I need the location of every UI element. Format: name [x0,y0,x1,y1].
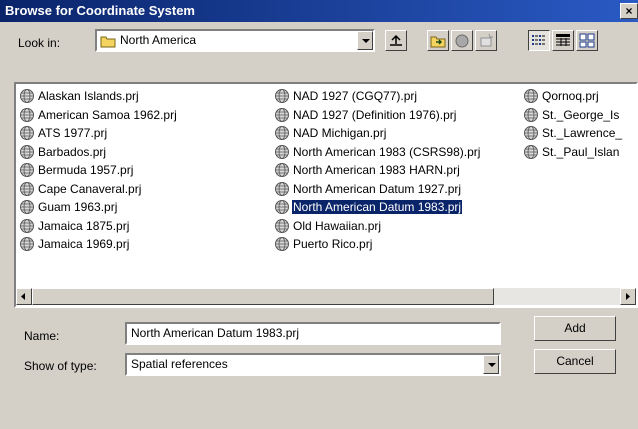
file-name: St._George_Is [542,107,620,122]
file-list[interactable]: Alaskan Islands.prj American Samoa 1962.p… [14,82,638,308]
globe-icon [275,107,289,122]
new-icon [480,33,493,47]
details-view-icon [556,34,570,46]
name-label: Name: [24,329,60,343]
globe-icon [275,163,289,177]
file-name: North American Datum 1983.prj [290,199,464,215]
horizontal-scrollbar[interactable] [16,288,636,305]
name-input-value: North American Datum 1983.prj [131,326,300,340]
close-icon[interactable]: × [620,3,638,19]
globe-icon [20,126,34,140]
file-name: North American Datum 1927.prj [293,181,462,196]
globe-icon [275,218,289,233]
file-name: North American 1983 (CSRS98).prj [293,144,481,159]
list-view-icon [532,35,545,45]
globe-icon [20,218,34,233]
globe-icon [275,237,289,251]
scroll-left-button[interactable] [16,288,32,305]
file-name: Jamaica 1969.prj [38,237,130,251]
file-name: Guam 1963.prj [38,200,118,214]
up-one-level-button[interactable] [385,30,407,51]
show-type-value: Spatial references [131,357,228,371]
file-name: Puerto Rico.prj [293,237,373,251]
globe-icon [20,200,34,214]
globe-icon [20,144,34,159]
look-in-combo[interactable]: North America [95,29,375,52]
globe-icon [20,181,34,196]
folder-icon [100,36,116,48]
new-folder-button[interactable] [475,30,497,51]
globe-icon [275,200,289,214]
add-button[interactable]: Add [534,316,616,341]
window-title: Browse for Coordinate System [5,3,195,18]
globe-icon [20,163,34,177]
connect-folder-icon [430,36,446,48]
globe-icon [524,126,538,140]
globe-icon [275,181,289,196]
look-in-value: North America [120,33,197,47]
globe-icon [524,107,538,122]
file-name: Jamaica 1875.prj [38,218,130,233]
file-name: Alaskan Islands.prj [38,89,139,103]
disconnect-folder-button[interactable] [451,30,473,51]
show-type-select[interactable]: Spatial references [125,353,501,376]
file-name: St._Paul_Islan [542,144,620,159]
show-type-dropdown-button[interactable] [483,355,499,374]
globe-icon [275,126,289,140]
file-name: ATS 1977.prj [38,126,108,140]
file-name: Old Hawaiian.prj [293,218,382,233]
thumbnails-view-icon [579,33,595,48]
file-name: Cape Canaveral.prj [38,181,142,196]
globe-icon [524,144,538,159]
file-name: St._Lawrence_ [542,126,623,140]
globe-icon [524,89,538,103]
file-name: Qornoq.prj [542,89,599,103]
file-name: North American 1983 HARN.prj [293,163,460,177]
file-name: NAD Michigan.prj [293,126,387,140]
look-in-label: Look in: [18,36,61,50]
file-name: Bermuda 1957.prj [38,163,134,177]
name-input[interactable]: North American Datum 1983.prj [125,322,501,345]
details-view-button[interactable] [552,30,574,51]
scroll-right-icon [626,293,630,300]
scroll-thumb[interactable] [32,288,494,305]
globe-icon [275,89,289,103]
file-name: NAD 1927 (CGQ77).prj [293,89,418,103]
globe-icon [20,237,34,251]
cancel-button[interactable]: Cancel [534,349,616,374]
list-view-button[interactable] [528,30,550,51]
show-type-label: Show of type: [24,359,97,373]
scroll-left-icon [21,293,25,300]
scroll-right-button[interactable] [620,288,636,305]
disconnect-folder-icon [455,34,469,48]
look-in-dropdown-button[interactable] [357,31,373,50]
up-one-level-icon [390,34,402,46]
globe-icon [20,107,34,122]
file-name: American Samoa 1962.prj [38,107,177,122]
globe-icon [275,144,289,159]
title-bar[interactable]: Browse for Coordinate System × [0,0,638,22]
file-name: NAD 1927 (Definition 1976).prj [293,107,457,122]
file-name: Barbados.prj [38,144,107,159]
globe-icon [20,89,34,103]
thumbnails-view-button[interactable] [576,30,598,51]
connect-folder-button[interactable] [427,30,449,51]
